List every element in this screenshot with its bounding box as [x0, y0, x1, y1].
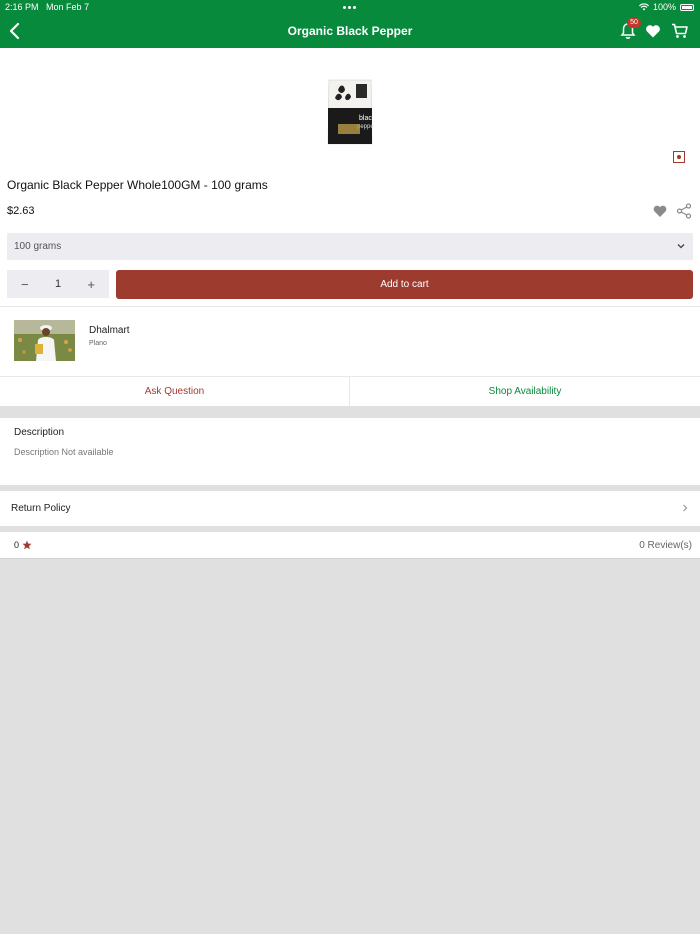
rating-number: 0 [14, 540, 20, 550]
image-gallery-indicator[interactable] [673, 151, 685, 163]
page-title: Organic Black Pepper [287, 24, 413, 38]
quantity-stepper: − 1 + [7, 270, 109, 298]
product-price: $2.63 [7, 205, 35, 217]
store-actions: Ask Question Shop Availability [0, 376, 700, 407]
description-title: Description [14, 427, 65, 438]
star-icon [22, 540, 32, 550]
battery-icon [680, 3, 694, 11]
quantity-value: 1 [54, 278, 62, 290]
cart-icon[interactable] [671, 22, 689, 40]
multitasking-dots[interactable] [343, 6, 356, 9]
shop-availability-button[interactable]: Shop Availability [350, 377, 700, 407]
description-text: Description Not available [14, 447, 114, 457]
rating-value: 0 [14, 540, 32, 550]
decrement-button[interactable]: − [21, 277, 29, 292]
chevron-down-icon [677, 244, 685, 249]
wifi-icon [638, 3, 649, 11]
chevron-right-icon [683, 504, 688, 512]
return-policy-label: Return Policy [11, 503, 71, 514]
rating-row: 0 0 Review(s) [0, 532, 700, 559]
increment-button[interactable]: + [87, 277, 95, 292]
status-time: 2:16 PM Mon Feb 7 [5, 2, 90, 12]
product-image[interactable]: black pepper [326, 78, 374, 146]
store-photo[interactable] [14, 320, 75, 361]
store-name[interactable]: Dhalmart [89, 325, 130, 336]
notification-badge: 50 [627, 18, 641, 28]
add-to-cart-button[interactable]: Add to cart [116, 270, 693, 299]
app-header: 2:16 PM Mon Feb 7 100% Organic Black Pep… [0, 0, 700, 48]
variant-select[interactable]: 100 grams [7, 233, 693, 260]
wishlist-heart-icon[interactable] [652, 203, 668, 219]
product-section: black pepper Organic Black Pepper Whole1… [0, 48, 700, 306]
return-policy-row[interactable]: Return Policy [0, 491, 700, 526]
share-icon[interactable] [676, 203, 692, 219]
description-section: Description Description Not available [0, 418, 700, 485]
store-city: Plano [89, 340, 107, 347]
battery-percent: 100% [652, 2, 676, 12]
heart-icon[interactable] [644, 22, 662, 40]
pack-label-black: black [359, 115, 374, 122]
store-section: Dhalmart Plano Ask Question Shop Availab… [0, 306, 700, 407]
ask-question-button[interactable]: Ask Question [0, 377, 350, 407]
variant-value: 100 grams [14, 241, 62, 252]
product-name: Organic Black Pepper Whole100GM - 100 gr… [7, 178, 268, 192]
status-right: 100% [638, 2, 694, 12]
reviews-count[interactable]: 0 Review(s) [639, 540, 692, 551]
